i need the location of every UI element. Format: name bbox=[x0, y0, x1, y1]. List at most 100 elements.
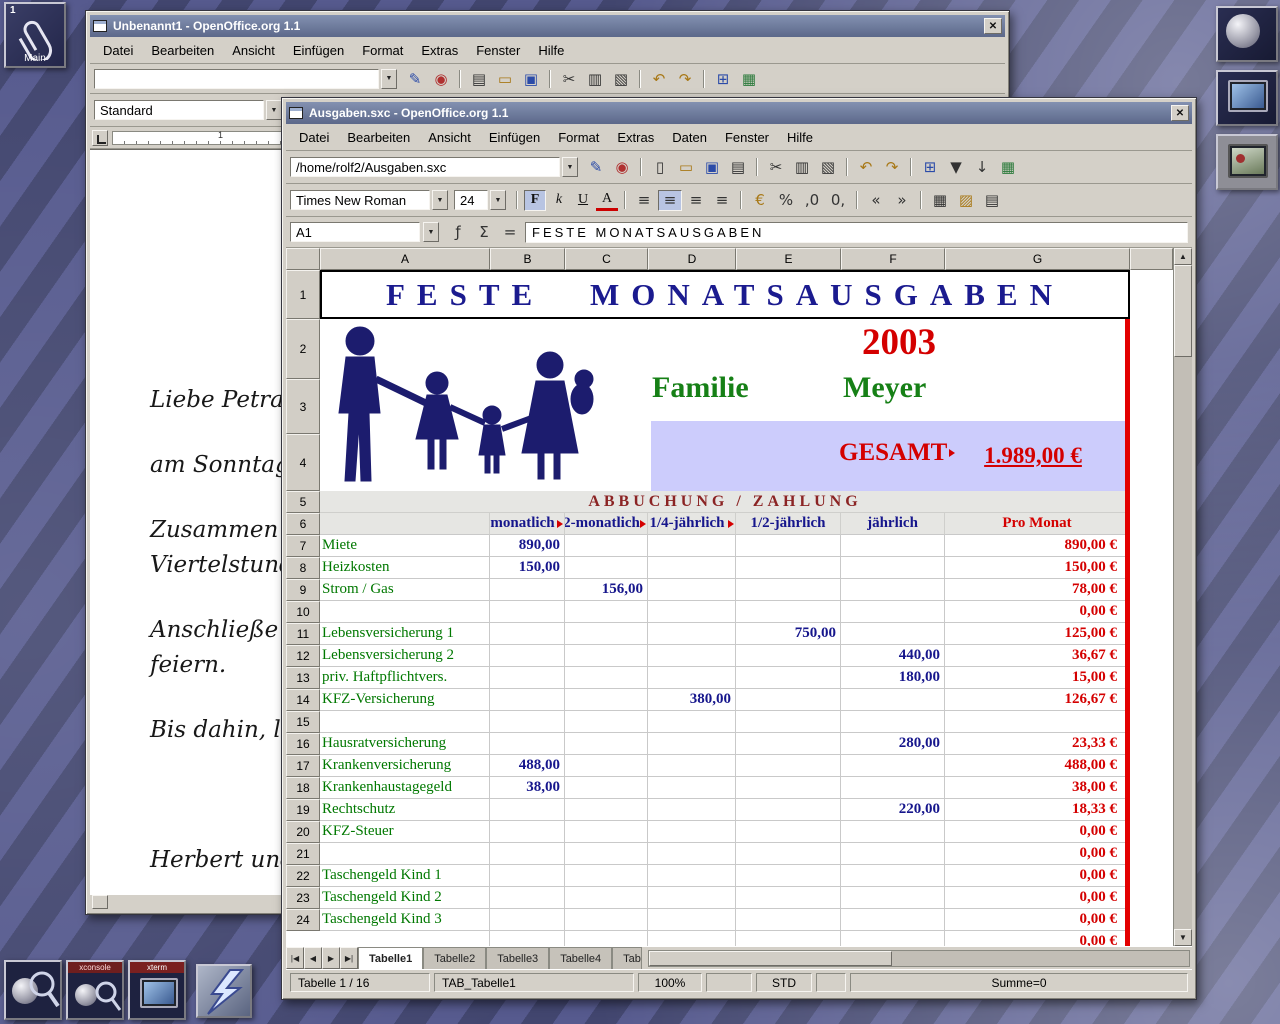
cell-F23[interactable] bbox=[841, 887, 945, 909]
cell-D17[interactable] bbox=[648, 755, 736, 777]
cell-E23[interactable] bbox=[736, 887, 841, 909]
cell-D14[interactable]: 380,00 bbox=[648, 689, 736, 711]
horizontal-scrollbar[interactable] bbox=[648, 950, 1190, 967]
status-insert-mode[interactable]: STD bbox=[756, 973, 812, 992]
task-magnifier[interactable] bbox=[4, 960, 62, 1020]
next-sheet-icon[interactable]: ▶ bbox=[322, 947, 340, 969]
row-header-21[interactable]: 21 bbox=[286, 843, 320, 865]
calc-menu-format[interactable]: Format bbox=[549, 126, 608, 149]
equals-icon[interactable]: = bbox=[498, 222, 522, 243]
gallery-icon[interactable]: ▦ bbox=[737, 68, 761, 89]
cell-D19[interactable] bbox=[648, 799, 736, 821]
align-right-icon[interactable]: ≡ bbox=[684, 190, 708, 211]
cell-D15[interactable] bbox=[648, 711, 736, 733]
borders-icon[interactable]: ▦ bbox=[928, 190, 952, 211]
cell-A9[interactable]: Strom / Gas bbox=[320, 579, 490, 601]
cell-A25[interactable] bbox=[320, 931, 490, 946]
cell-G22[interactable]: 0,00 € bbox=[945, 865, 1130, 887]
cell-A7[interactable]: Miete bbox=[320, 535, 490, 557]
undo-icon[interactable]: ↶ bbox=[854, 157, 878, 178]
cell-D8[interactable] bbox=[648, 557, 736, 579]
cell-E7[interactable] bbox=[736, 535, 841, 557]
cell-E13[interactable] bbox=[736, 667, 841, 689]
row-header-6[interactable]: 6 bbox=[286, 513, 320, 535]
section-header-row[interactable]: ABBUCHUNG / ZAHLUNG bbox=[320, 491, 1130, 513]
copy-icon[interactable]: ▥ bbox=[790, 157, 814, 178]
cell-E8[interactable] bbox=[736, 557, 841, 579]
cell-D12[interactable] bbox=[648, 645, 736, 667]
redo-icon[interactable]: ↷ bbox=[880, 157, 904, 178]
cell-C20[interactable] bbox=[565, 821, 648, 843]
cell-E16[interactable] bbox=[736, 733, 841, 755]
cell-A12[interactable]: Lebensversicherung 2 bbox=[320, 645, 490, 667]
calc-url-combo[interactable]: /home/rolf2/Ausgaben.sxc bbox=[290, 157, 560, 177]
font-color-button[interactable]: A bbox=[596, 190, 618, 211]
cell-F21[interactable] bbox=[841, 843, 945, 865]
redo-icon[interactable]: ↷ bbox=[673, 68, 697, 89]
writer-menu-extras[interactable]: Extras bbox=[412, 39, 467, 62]
row-header-23[interactable]: 23 bbox=[286, 887, 320, 909]
task-xconsole[interactable]: xconsole bbox=[66, 960, 124, 1020]
row-header-14[interactable]: 14 bbox=[286, 689, 320, 711]
align-center-icon[interactable]: ≡ bbox=[658, 190, 682, 211]
cell-B20[interactable] bbox=[490, 821, 565, 843]
cell-F15[interactable] bbox=[841, 711, 945, 733]
row-header-19[interactable]: 19 bbox=[286, 799, 320, 821]
font-size-dropdown-icon[interactable]: ▼ bbox=[490, 190, 506, 210]
cell-A13[interactable]: priv. Haftpflichtvers. bbox=[320, 667, 490, 689]
row-header-1[interactable]: 1 bbox=[286, 270, 320, 319]
align-left-icon[interactable]: ≡ bbox=[632, 190, 656, 211]
cell-D7[interactable] bbox=[648, 535, 736, 557]
column-header-g[interactable]: G bbox=[945, 248, 1130, 270]
cell-E22[interactable] bbox=[736, 865, 841, 887]
cell-B21[interactable] bbox=[490, 843, 565, 865]
sort-ascending-icon[interactable]: ↓ bbox=[970, 157, 994, 178]
cell-A21[interactable] bbox=[320, 843, 490, 865]
edit-file-icon[interactable]: ✎ bbox=[584, 157, 608, 178]
open-document-icon[interactable]: ▭ bbox=[674, 157, 698, 178]
cell-A19[interactable]: Rechtschutz bbox=[320, 799, 490, 821]
tab-stop-selector-icon[interactable] bbox=[92, 130, 108, 146]
cell-D23[interactable] bbox=[648, 887, 736, 909]
writer-menu-einf-gen[interactable]: Einfügen bbox=[284, 39, 353, 62]
cell-D9[interactable] bbox=[648, 579, 736, 601]
cell-F10[interactable] bbox=[841, 601, 945, 623]
row-header-13[interactable]: 13 bbox=[286, 667, 320, 689]
sheet-tab-tabelle4[interactable]: Tabelle4 bbox=[549, 947, 612, 969]
writer-menu-hilfe[interactable]: Hilfe bbox=[529, 39, 573, 62]
cell-D10[interactable] bbox=[648, 601, 736, 623]
percent-format-icon[interactable]: % bbox=[774, 190, 798, 211]
cell-B24[interactable] bbox=[490, 909, 565, 931]
cell-D21[interactable] bbox=[648, 843, 736, 865]
row-header-15[interactable]: 15 bbox=[286, 711, 320, 733]
cell-C8[interactable] bbox=[565, 557, 648, 579]
cell-C25[interactable] bbox=[565, 931, 648, 946]
bold-button[interactable]: F bbox=[524, 190, 546, 211]
cell-D25[interactable] bbox=[648, 931, 736, 946]
cell-E14[interactable] bbox=[736, 689, 841, 711]
writer-scroll-corner[interactable] bbox=[92, 895, 108, 909]
copy-icon[interactable]: ▥ bbox=[583, 68, 607, 89]
cell-E21[interactable] bbox=[736, 843, 841, 865]
column-header-f[interactable]: F bbox=[841, 248, 945, 270]
font-name-combo[interactable]: Times New Roman bbox=[290, 190, 430, 210]
vertical-alignment-icon[interactable]: ▤ bbox=[980, 190, 1004, 211]
column-header-c[interactable]: C bbox=[565, 248, 648, 270]
row-header-9[interactable]: 9 bbox=[286, 579, 320, 601]
stop-loading-icon[interactable]: ◉ bbox=[429, 68, 453, 89]
cell-G19[interactable]: 18,33 € bbox=[945, 799, 1130, 821]
row-header-16[interactable]: 16 bbox=[286, 733, 320, 755]
vertical-scroll-thumb[interactable] bbox=[1174, 265, 1192, 357]
row-header-8[interactable]: 8 bbox=[286, 557, 320, 579]
writer-menu-fenster[interactable]: Fenster bbox=[467, 39, 529, 62]
cell-B17[interactable]: 488,00 bbox=[490, 755, 565, 777]
row-header-5[interactable]: 5 bbox=[286, 491, 320, 513]
horizontal-scroll-thumb[interactable] bbox=[649, 951, 892, 966]
cell-C22[interactable] bbox=[565, 865, 648, 887]
writer-style-dropdown-icon[interactable]: ▼ bbox=[266, 100, 282, 120]
writer-titlebar[interactable]: Unbenannt1 - OpenOffice.org 1.1 ✕ bbox=[90, 15, 1005, 37]
cell-F12[interactable]: 440,00 bbox=[841, 645, 945, 667]
cell-G18[interactable]: 38,00 € bbox=[945, 777, 1130, 799]
column-header-b[interactable]: B bbox=[490, 248, 565, 270]
stop-loading-icon[interactable]: ◉ bbox=[610, 157, 634, 178]
